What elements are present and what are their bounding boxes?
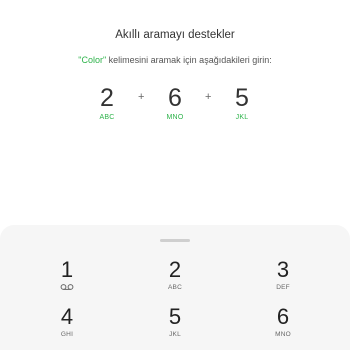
instruction-text: "Color" kelimesini aramak için aşağıdaki… bbox=[0, 55, 350, 65]
example-digit: 2 bbox=[100, 84, 114, 112]
example-key-5: 5 JKL bbox=[222, 84, 262, 121]
highlighted-word: "Color" bbox=[78, 55, 107, 65]
dial-key-3[interactable]: 3 DEF bbox=[253, 258, 313, 292]
example-digit: 5 bbox=[235, 84, 249, 112]
dial-key-4[interactable]: 4 GHI bbox=[37, 305, 97, 339]
drag-handle[interactable] bbox=[160, 239, 190, 242]
instruction-rest: kelimesini aramak için aşağıdakileri gir… bbox=[106, 55, 272, 65]
key-digit: 6 bbox=[276, 304, 290, 329]
dial-key-1[interactable]: 1 bbox=[37, 258, 97, 292]
example-digit: 6 bbox=[168, 84, 182, 112]
plus-sign: + bbox=[205, 91, 212, 103]
page-title: Akıllı aramayı destekler bbox=[115, 29, 235, 41]
key-digit: 2 bbox=[168, 257, 182, 282]
key-digit: 4 bbox=[60, 304, 74, 329]
dial-key-6[interactable]: 6 MNO bbox=[253, 305, 313, 339]
key-letters: MNO bbox=[275, 331, 291, 338]
dial-key-2[interactable]: 2 ABC bbox=[145, 258, 205, 292]
key-digit: 1 bbox=[60, 257, 74, 282]
dial-key-5[interactable]: 5 JKL bbox=[145, 305, 205, 339]
example-letters: JKL bbox=[235, 114, 249, 121]
key-letters: JKL bbox=[169, 331, 181, 338]
key-letters: GHI bbox=[60, 331, 74, 338]
plus-sign: + bbox=[138, 91, 145, 103]
voicemail-icon bbox=[60, 284, 74, 291]
example-letters: ABC bbox=[99, 114, 115, 121]
key-digit: 5 bbox=[168, 304, 182, 329]
example-key-6: 6 MNO bbox=[155, 84, 195, 121]
key-letters: DEF bbox=[276, 284, 290, 291]
example-key-2: 2 ABC bbox=[87, 84, 127, 121]
key-digit: 3 bbox=[276, 257, 290, 282]
example-letters: MNO bbox=[166, 114, 184, 121]
key-letters: ABC bbox=[168, 284, 182, 291]
